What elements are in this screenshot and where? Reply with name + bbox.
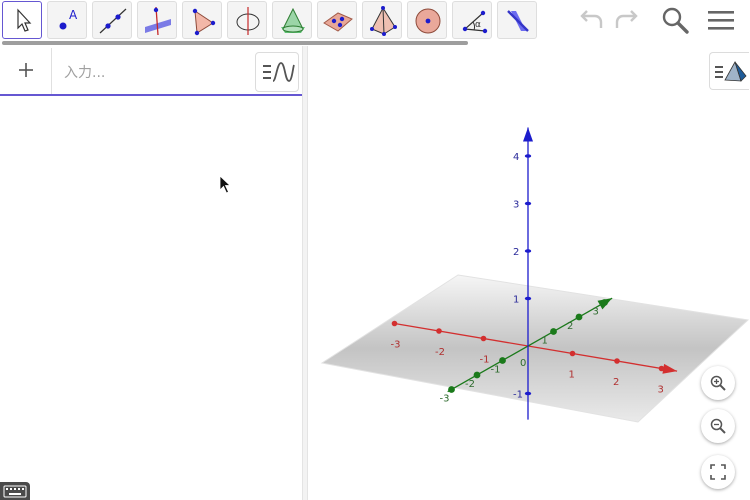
pyramid-icon: [370, 6, 397, 36]
zoom-in-button[interactable]: [701, 366, 735, 400]
geogebra-3d-app: A α 入力... -3 -2 -1 1 2 3 -3 -2 -1 0 1 2 …: [0, 0, 750, 500]
z-tick-label: 3: [513, 200, 519, 211]
x-tick-label: -2: [435, 347, 445, 358]
x-tick-mark: [436, 328, 442, 334]
x-tick-mark: [614, 358, 620, 364]
z-tick-mark: [524, 296, 532, 301]
zoom-in-icon: [710, 375, 726, 391]
x-tick-label: -1: [480, 355, 490, 366]
toolbar: A α: [0, 0, 750, 46]
redo-button[interactable]: [611, 4, 643, 36]
y-tick-label: 0: [520, 358, 526, 369]
point-tool-button[interactable]: A: [47, 1, 87, 39]
angle-icon: α: [462, 10, 488, 34]
perpendicular-plane-icon: [145, 6, 171, 36]
z-tick-mark: [524, 391, 532, 396]
plane-through-points-tool-button[interactable]: [317, 1, 357, 39]
x-tick-label: -3: [391, 340, 401, 351]
zoom-out-icon: [710, 418, 726, 434]
main-menu-button[interactable]: [705, 4, 737, 36]
y-tick-mark: [575, 313, 583, 321]
redo-icon: [615, 10, 638, 28]
z-tick-mark: [524, 154, 532, 158]
reflect-tool-button[interactable]: [497, 1, 537, 39]
angle-tool-button[interactable]: α: [452, 1, 492, 39]
z-tick-mark: [524, 201, 532, 206]
y-tick-label: 3: [593, 307, 599, 318]
perpendicular-line-tool-button[interactable]: [137, 1, 177, 39]
menu-icon: [708, 11, 734, 30]
plus-icon: [19, 63, 33, 77]
move-tool-button[interactable]: [2, 1, 42, 39]
sphere-icon: [415, 8, 441, 34]
triangle-icon: [192, 8, 216, 36]
search-button[interactable]: [659, 4, 691, 36]
y-tick-mark: [601, 299, 608, 306]
x-tick-mark: [480, 335, 487, 342]
pyramid-tool-button[interactable]: [362, 1, 402, 39]
mouse-cursor-icon: [219, 175, 233, 199]
zoom-out-button[interactable]: [701, 409, 735, 443]
z-axis-arrow: [523, 127, 533, 142]
plane-intersection-tool-button[interactable]: [272, 1, 312, 39]
svg-text:A: A: [69, 8, 78, 22]
3d-scene[interactable]: -3 -2 -1 1 2 3 -3 -2 -1 0 1 2 3 -1 1 2 3 4: [308, 46, 750, 500]
sphere-tool-button[interactable]: [407, 1, 447, 39]
graphics-style-bar-button[interactable]: [709, 52, 749, 90]
y-tick-mark: [473, 371, 481, 379]
x-tick-label: 1: [569, 370, 575, 381]
y-tick-mark: [550, 328, 557, 335]
circle-axis-tool-button[interactable]: [227, 1, 267, 39]
x-tick-label: 3: [658, 385, 664, 396]
xy-plane: [322, 275, 748, 422]
undo-button[interactable]: [575, 4, 607, 36]
y-tick-mark: [499, 357, 506, 364]
reflect-about-plane-icon: [507, 10, 529, 32]
x-tick-mark: [391, 320, 398, 327]
line-tool-button[interactable]: [92, 1, 132, 39]
arrow-cursor-icon: [17, 8, 32, 32]
graphics-3d-view[interactable]: -3 -2 -1 1 2 3 -3 -2 -1 0 1 2 3 -1 1 2 3 4: [308, 46, 750, 500]
circle-around-axis-icon: [236, 7, 260, 35]
y-tick-label: 1: [542, 336, 548, 347]
keyboard-icon: [3, 485, 27, 498]
point-icon: A: [59, 8, 78, 30]
toolbar-scrollbar-thumb[interactable]: [2, 41, 468, 45]
algebra-style-bar-button[interactable]: [255, 52, 299, 92]
cone-intersection-icon: [281, 7, 305, 33]
style-bar-graph-icon: [263, 62, 295, 82]
z-tick-label: 4: [513, 152, 519, 163]
z-tick-label: 1: [513, 295, 519, 306]
line-icon: [99, 8, 127, 34]
x-tick-mark: [658, 365, 665, 372]
y-tick-label: -2: [465, 379, 475, 390]
y-tick-label: -1: [491, 365, 501, 376]
algebra-input-row[interactable]: 入力...: [0, 48, 302, 96]
fullscreen-button[interactable]: [701, 455, 735, 489]
x-tick-label: 2: [613, 377, 619, 388]
algebra-input[interactable]: 入力...: [64, 62, 105, 82]
z-tick-label: 2: [513, 247, 519, 258]
undo-icon: [580, 10, 603, 28]
add-item-button[interactable]: [0, 48, 52, 94]
x-tick-mark: [569, 350, 576, 357]
z-tick-mark: [524, 249, 532, 253]
plane-points-icon: [323, 12, 353, 32]
y-tick-label: -3: [440, 394, 450, 405]
search-icon: [662, 7, 689, 34]
virtual-keyboard-button[interactable]: [0, 482, 30, 500]
algebra-view: 入力...: [0, 48, 302, 500]
fullscreen-icon: [710, 464, 726, 480]
z-tick-label: -1: [513, 390, 523, 401]
svg-text:α: α: [475, 20, 481, 30]
polygon-tool-button[interactable]: [182, 1, 222, 39]
style-bar-pyramid-icon: [715, 60, 747, 82]
y-tick-mark: [448, 386, 455, 393]
y-tick-label: 2: [567, 321, 573, 332]
